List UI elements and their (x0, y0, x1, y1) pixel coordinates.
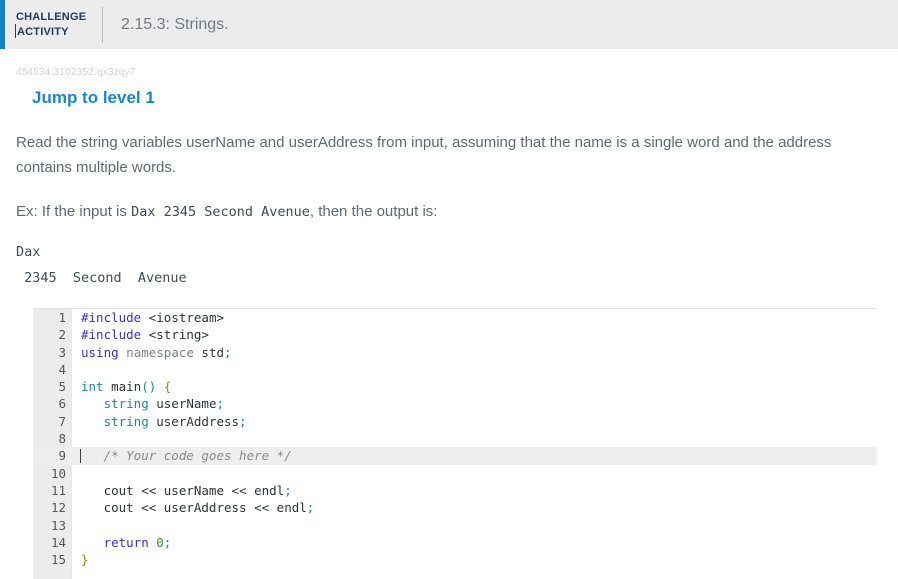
code-token: <iostream> (148, 310, 225, 325)
header-divider (102, 6, 103, 43)
code-token: ; (306, 500, 315, 516)
code-token: <string> (148, 327, 209, 343)
code-line[interactable]: 8 (33, 430, 877, 447)
code-line[interactable]: 4 (33, 361, 877, 378)
code-token: namespace (126, 344, 194, 360)
code-token: userName (148, 396, 217, 412)
line-number: 14 (50, 534, 66, 550)
code-line[interactable]: 1 #include <iostream> (33, 309, 877, 326)
code-line[interactable]: 14 return 0; (33, 534, 877, 551)
code-token: userAddress (148, 413, 240, 429)
code-token: 0 (156, 534, 164, 550)
line-code: int main() { (81, 378, 877, 395)
line-code: cout << userAddress << endl; (81, 499, 877, 516)
example-suffix: , then the output is: (309, 203, 438, 220)
example-output-line-1: Dax (16, 244, 41, 260)
activity-title: 2.15.3: Strings. (121, 15, 229, 33)
line-number: 8 (58, 431, 66, 447)
code-line[interactable]: 12 cout << userAddress << endl; (33, 499, 877, 516)
code-line[interactable]: 2 #include <string> (33, 326, 877, 343)
code-editor-lines[interactable]: 1 #include <iostream> 2 #include <string> 3 u… (33, 309, 877, 579)
code-line[interactable]: 10 (33, 465, 877, 482)
line-number: 5 (58, 379, 66, 395)
code-line[interactable]: 9 /* Your code goes here */ (33, 447, 877, 465)
code-line[interactable]: 15} (33, 551, 877, 568)
code-token: } (81, 552, 89, 568)
line-code: /* Your code goes here */ (81, 447, 877, 464)
code-token: () (141, 379, 157, 395)
code-token: #include (81, 310, 142, 325)
line-number: 9 (58, 448, 66, 464)
code-token: string (103, 413, 149, 429)
code-token: cout << userAddress << endl (81, 500, 307, 516)
line-number: 10 (50, 465, 66, 481)
line-code: } (81, 551, 877, 568)
code-token: { (163, 379, 172, 395)
line-number: 1 (58, 310, 66, 325)
code-token: #include (81, 327, 142, 343)
text-cursor (80, 449, 81, 464)
jump-to-level-link[interactable]: Jump to level 1 (32, 88, 155, 108)
line-number: 7 (58, 413, 66, 429)
activity-content: 454534.3102352.qx3zqy7 Jump to level 1 R… (0, 49, 898, 579)
code-token: cout << userName << endl (81, 482, 285, 498)
activity-prompt: Read the string variables userName and u… (16, 134, 832, 176)
challenge-activity-header: CHALLENGE ACTIVITY 2.15.3: Strings. (0, 0, 898, 49)
challenge-activity-label: CHALLENGE ACTIVITY (15, 10, 88, 40)
activity-id: 454534.3102352.qx3zqy7 (16, 67, 136, 78)
line-code: return 0; (81, 534, 877, 551)
line-number: 3 (58, 344, 66, 360)
line-number: 6 (58, 396, 66, 412)
activity-example: Ex: If the input is Dax 2345 Second Aven… (16, 202, 882, 222)
line-number: 13 (50, 517, 66, 533)
code-token: string (103, 396, 149, 412)
code-token: ; (216, 396, 224, 412)
line-code: using namespace std; (81, 344, 877, 361)
code-token: return (103, 534, 149, 550)
example-output-line-2: 2345 Second Avenue (16, 270, 187, 286)
example-input: Dax 2345 Second Avenue (131, 204, 310, 220)
line-number: 15 (50, 552, 66, 568)
line-number: 4 (58, 361, 66, 377)
line-code: #include <iostream> (81, 309, 877, 326)
code-line[interactable]: 7 string userAddress; (33, 413, 877, 430)
code-line[interactable]: 13 (33, 517, 877, 534)
code-token: std (193, 344, 225, 360)
line-number: 2 (58, 327, 66, 343)
line-code: string userAddress; (81, 413, 877, 430)
code-line[interactable]: 11 cout << userName << endl; (33, 482, 877, 499)
code-token: /* Your code goes here */ (103, 448, 292, 464)
code-line[interactable]: 3 using namespace std; (33, 344, 877, 361)
line-number: 12 (50, 500, 66, 516)
code-token: main (111, 379, 142, 395)
code-token: int (81, 379, 104, 395)
code-token: ; (224, 344, 232, 360)
example-prefix: Ex: If the input is (16, 203, 127, 220)
line-code: cout << userName << endl; (81, 482, 877, 499)
header-accent-bar (0, 0, 5, 49)
challenge-activity-label-line2: ACTIVITY (15, 23, 88, 40)
line-number: 11 (50, 482, 66, 498)
code-token: ; (163, 534, 172, 550)
code-token: ; (284, 482, 292, 498)
challenge-activity-label-line1: CHALLENGE (16, 10, 87, 23)
code-editor[interactable]: 1 #include <iostream> 2 #include <string> 3 u… (33, 308, 877, 579)
code-line[interactable]: 6 string userName; (33, 395, 877, 412)
line-code: #include <string> (81, 326, 877, 343)
line-code: string userName; (81, 395, 877, 412)
code-line[interactable]: 5 int main() { (33, 378, 877, 395)
code-token: using (81, 344, 119, 360)
code-token: ; (239, 413, 247, 429)
